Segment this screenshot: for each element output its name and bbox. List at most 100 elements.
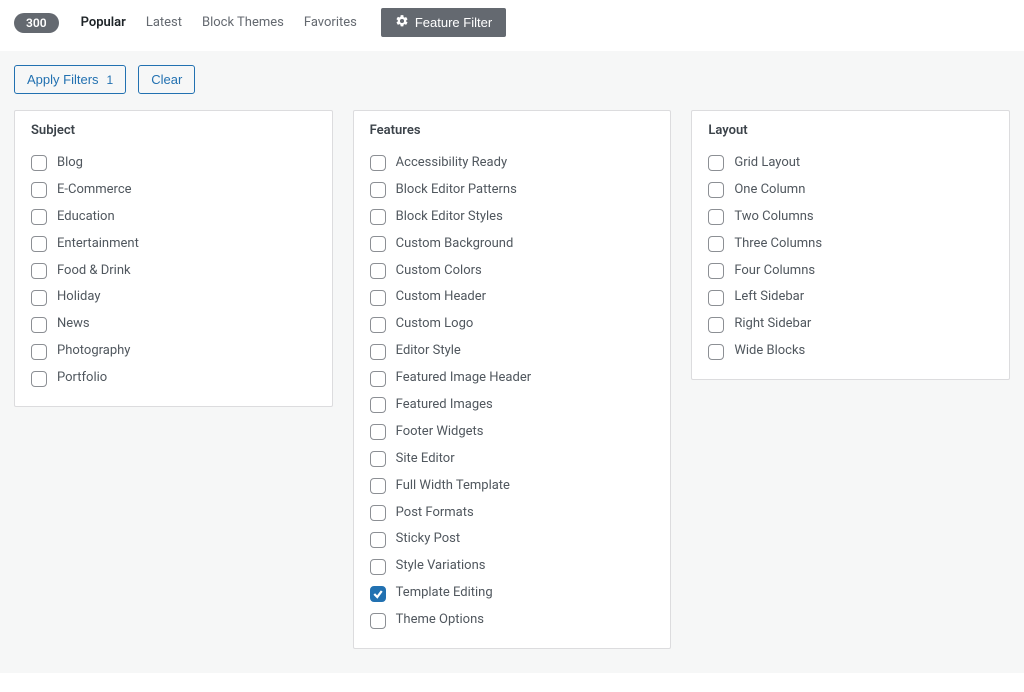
clear-button[interactable]: Clear [138, 65, 195, 94]
filter-option-label: Footer Widgets [396, 424, 484, 441]
filter-option-label: Featured Image Header [396, 370, 531, 387]
apply-filters-count: 1 [107, 73, 114, 87]
checkbox[interactable] [31, 317, 47, 333]
filter-option[interactable]: Right Sidebar [708, 311, 993, 338]
checkbox[interactable] [31, 236, 47, 252]
filter-option-label: Style Variations [396, 558, 486, 575]
checkbox[interactable] [708, 290, 724, 306]
filter-option[interactable]: Two Columns [708, 204, 993, 231]
filter-option[interactable]: Four Columns [708, 258, 993, 285]
filter-option-label: Full Width Template [396, 478, 510, 495]
filter-option[interactable]: Post Formats [370, 500, 655, 527]
filter-group-title: Features [370, 123, 655, 138]
tab-latest[interactable]: Latest [136, 11, 192, 34]
checkbox[interactable] [370, 371, 386, 387]
filter-panel: Apply Filters 1 Clear SubjectBlogE-Comme… [0, 51, 1024, 673]
checkbox[interactable] [370, 478, 386, 494]
checkbox[interactable] [370, 559, 386, 575]
filter-option-label: Block Editor Patterns [396, 182, 517, 199]
checkbox[interactable] [370, 155, 386, 171]
checkbox[interactable] [370, 451, 386, 467]
filter-option[interactable]: Full Width Template [370, 473, 655, 500]
filter-option[interactable]: Food & Drink [31, 258, 316, 285]
filter-option[interactable]: Custom Logo [370, 311, 655, 338]
filter-option[interactable]: Accessibility Ready [370, 150, 655, 177]
feature-filter-label: Feature Filter [415, 15, 492, 30]
gear-icon [395, 14, 409, 31]
filter-option[interactable]: E-Commerce [31, 177, 316, 204]
filter-option[interactable]: Sticky Post [370, 526, 655, 553]
filter-option[interactable]: Three Columns [708, 231, 993, 258]
tab-block-themes[interactable]: Block Themes [192, 11, 294, 34]
filter-option-label: Portfolio [57, 370, 107, 387]
checkbox[interactable] [370, 613, 386, 629]
filter-option[interactable]: Entertainment [31, 231, 316, 258]
checkbox[interactable] [708, 263, 724, 279]
filter-option[interactable]: Grid Layout [708, 150, 993, 177]
filter-option-label: Holiday [57, 289, 100, 306]
checkbox[interactable] [31, 155, 47, 171]
checkbox[interactable] [31, 263, 47, 279]
filter-group-subject: SubjectBlogE-CommerceEducationEntertainm… [14, 110, 333, 407]
checkbox[interactable] [708, 317, 724, 333]
filter-option[interactable]: One Column [708, 177, 993, 204]
filter-option[interactable]: Featured Image Header [370, 365, 655, 392]
filter-option[interactable]: Portfolio [31, 365, 316, 392]
checkbox[interactable] [708, 344, 724, 360]
checkbox[interactable] [370, 532, 386, 548]
checkbox[interactable] [370, 424, 386, 440]
filter-option[interactable]: News [31, 311, 316, 338]
filter-option[interactable]: Editor Style [370, 338, 655, 365]
filter-option[interactable]: Style Variations [370, 553, 655, 580]
filter-option-label: Block Editor Styles [396, 209, 503, 226]
checkbox[interactable] [370, 317, 386, 333]
checkbox[interactable] [708, 236, 724, 252]
checkbox[interactable] [370, 290, 386, 306]
filter-option[interactable]: Blog [31, 150, 316, 177]
filter-option[interactable]: Site Editor [370, 446, 655, 473]
checkbox[interactable] [708, 182, 724, 198]
checkbox[interactable] [31, 290, 47, 306]
filter-option[interactable]: Theme Options [370, 607, 655, 634]
checkbox[interactable] [370, 397, 386, 413]
filter-option[interactable]: Holiday [31, 284, 316, 311]
filter-option[interactable]: Block Editor Styles [370, 204, 655, 231]
filter-option-label: Two Columns [734, 209, 813, 226]
filter-option-label: Custom Background [396, 236, 514, 253]
checkbox[interactable] [370, 182, 386, 198]
checkbox[interactable] [708, 209, 724, 225]
filter-option[interactable]: Education [31, 204, 316, 231]
filter-option-label: Accessibility Ready [396, 155, 507, 172]
tab-favorites[interactable]: Favorites [294, 11, 367, 34]
filter-group-layout: LayoutGrid LayoutOne ColumnTwo ColumnsTh… [691, 110, 1010, 380]
filter-option[interactable]: Custom Background [370, 231, 655, 258]
checkbox[interactable] [370, 344, 386, 360]
filter-option[interactable]: Custom Colors [370, 258, 655, 285]
filter-option-label: E-Commerce [57, 182, 132, 199]
apply-filters-button[interactable]: Apply Filters 1 [14, 65, 126, 94]
tab-popular[interactable]: Popular [71, 11, 136, 34]
filter-option[interactable]: Photography [31, 338, 316, 365]
checkbox-checked[interactable] [370, 586, 386, 602]
checkbox[interactable] [31, 371, 47, 387]
checkbox[interactable] [31, 209, 47, 225]
filter-option[interactable]: Left Sidebar [708, 284, 993, 311]
checkbox[interactable] [370, 505, 386, 521]
checkbox[interactable] [370, 236, 386, 252]
filter-option-label: One Column [734, 182, 805, 199]
filter-option[interactable]: Template Editing [370, 580, 655, 607]
filter-option[interactable]: Custom Header [370, 284, 655, 311]
checkbox[interactable] [370, 209, 386, 225]
filter-option[interactable]: Wide Blocks [708, 338, 993, 365]
filter-option[interactable]: Footer Widgets [370, 419, 655, 446]
filter-option[interactable]: Featured Images [370, 392, 655, 419]
filter-option[interactable]: Block Editor Patterns [370, 177, 655, 204]
apply-filters-label: Apply Filters [27, 72, 99, 87]
filter-option-label: Post Formats [396, 505, 474, 522]
checkbox[interactable] [31, 182, 47, 198]
checkbox[interactable] [708, 155, 724, 171]
filter-columns: SubjectBlogE-CommerceEducationEntertainm… [14, 110, 1010, 649]
checkbox[interactable] [31, 344, 47, 360]
checkbox[interactable] [370, 263, 386, 279]
feature-filter-button[interactable]: Feature Filter [381, 8, 506, 37]
